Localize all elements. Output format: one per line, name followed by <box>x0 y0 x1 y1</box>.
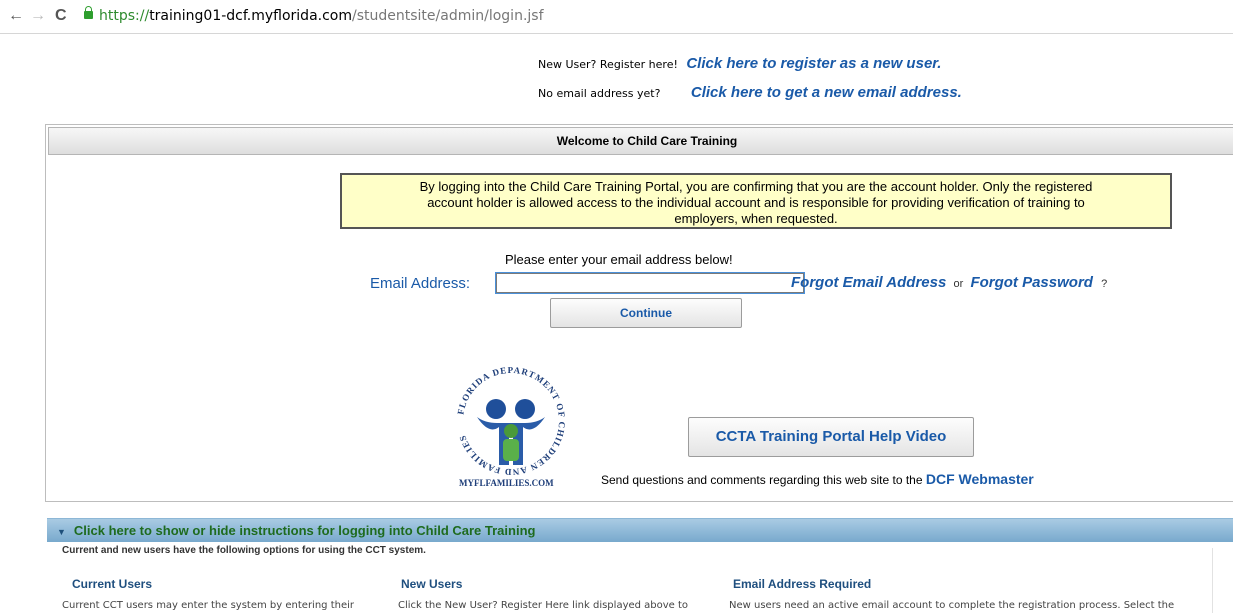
url-protocol: https:// <box>99 8 150 24</box>
lock-icon <box>84 6 93 19</box>
enter-email-instruction: Please enter your email address below! <box>505 252 733 267</box>
notice-line: employers, when requested. <box>674 211 838 226</box>
new-users-text: Click the New User? Register Here link d… <box>398 600 689 611</box>
back-arrow-icon[interactable]: ← <box>8 7 24 25</box>
email-field[interactable] <box>495 272 805 294</box>
continue-button[interactable]: Continue <box>550 298 742 328</box>
register-link[interactable]: Click here to register as a new user. <box>686 55 941 72</box>
logo-caption: MYFLFAMILIES.COM <box>459 478 554 488</box>
question-mark: ? <box>1101 278 1108 290</box>
forgot-email-link[interactable]: Forgot Email Address <box>791 274 946 291</box>
dcf-logo: FLORIDA DEPARTMENT OF CHILDREN AND FAMIL… <box>455 365 566 477</box>
current-users-title: Current Users <box>72 577 153 591</box>
triangle-down-icon: ▼ <box>57 526 66 537</box>
or-text: or <box>953 278 964 290</box>
url-host: training01-dcf.myflorida.com <box>149 8 353 24</box>
email-required-text: New users need an active email account t… <box>729 600 1175 611</box>
new-email-link[interactable]: Click here to get a new email address. <box>691 84 962 101</box>
new-email-row: No email address yet? Click here to get … <box>538 84 962 102</box>
address-bar[interactable]: https://training01-dcf.myflorida.com/stu… <box>99 8 544 24</box>
dcf-webmaster-link[interactable]: DCF Webmaster <box>926 471 1034 487</box>
email-label: Email Address: <box>370 275 471 292</box>
new-user-prompt: New User? Register here! <box>538 58 678 71</box>
browser-toolbar: ← → C https://training01-dcf.myflorida.c… <box>0 0 1233 34</box>
notice-line: By logging into the Child Care Training … <box>419 179 1093 194</box>
no-email-prompt: No email address yet? <box>538 87 661 100</box>
forgot-password-link[interactable]: Forgot Password <box>970 274 1093 291</box>
forward-arrow-icon[interactable]: → <box>30 7 46 25</box>
email-required-title: Email Address Required <box>733 577 872 591</box>
notice-line: account holder is allowed access to the … <box>427 195 1085 210</box>
contact-text: Send questions and comments regarding th… <box>601 471 1034 487</box>
scrollbar[interactable] <box>1212 548 1233 613</box>
instructions-toggle-label: Click here to show or hide instructions … <box>73 523 536 538</box>
send-questions-text: Send questions and comments regarding th… <box>601 473 923 487</box>
help-video-button[interactable]: CCTA Training Portal Help Video <box>688 417 974 457</box>
current-users-text: Current CCT users may enter the system b… <box>62 600 354 611</box>
new-users-title: New Users <box>401 577 463 591</box>
account-holder-notice: By logging into the Child Care Training … <box>340 173 1172 229</box>
forgot-links: Forgot Email Address or Forgot Password … <box>791 274 1107 291</box>
instructions-toggle[interactable]: ▼ Click here to show or hide instructions… <box>47 518 1233 542</box>
panel-title: Welcome to Child Care Training <box>48 127 1233 155</box>
register-row: New User? Register here! Click here to r… <box>538 55 941 73</box>
reload-icon[interactable]: C <box>55 7 67 25</box>
login-panel: Welcome to Child Care Training By loggin… <box>45 124 1233 502</box>
options-text: Current and new users have the following… <box>62 545 426 556</box>
url-path: /studentsite/admin/login.jsf <box>352 8 544 24</box>
